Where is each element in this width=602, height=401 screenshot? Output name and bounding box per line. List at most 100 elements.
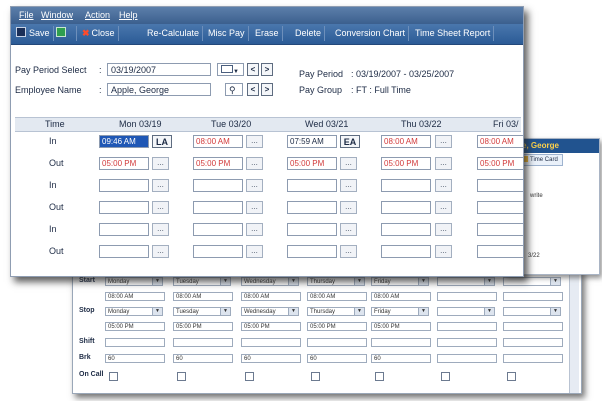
time-in-field[interactable] xyxy=(381,179,431,192)
time-options-button[interactable]: ... xyxy=(435,223,452,236)
stop-day-select[interactable]: ▼ xyxy=(503,307,561,316)
time-out-field[interactable] xyxy=(193,201,243,214)
break-field[interactable] xyxy=(503,354,563,363)
time-in-field[interactable]: 08:00 AM xyxy=(381,135,431,148)
time-in-field[interactable] xyxy=(381,223,431,236)
on-call-checkbox[interactable] xyxy=(177,372,186,381)
on-call-checkbox[interactable] xyxy=(507,372,516,381)
stop-time-field[interactable]: 05:00 PM xyxy=(241,322,301,331)
time-in-field[interactable]: 08:00 AM xyxy=(477,135,523,148)
time-options-button[interactable]: ... xyxy=(435,179,452,192)
time-out-field[interactable] xyxy=(99,201,149,214)
stop-day-select[interactable]: Wednesday ▼ xyxy=(241,307,299,316)
misc-pay-button[interactable]: Misc Pay xyxy=(205,26,249,41)
prev-period-button[interactable]: < xyxy=(247,63,259,76)
menu-window[interactable]: Window xyxy=(41,10,73,20)
employee-name-input[interactable]: Apple, George xyxy=(107,83,211,96)
start-day-select[interactable]: Wednesday ▼ xyxy=(241,277,299,286)
stop-time-field[interactable] xyxy=(503,322,563,331)
time-in-field[interactable]: 08:00 AM xyxy=(193,135,243,148)
time-in-field[interactable] xyxy=(193,179,243,192)
shift-field[interactable] xyxy=(503,338,563,347)
stop-day-select[interactable]: Monday ▼ xyxy=(105,307,163,316)
time-out-field[interactable]: 05:00 PM xyxy=(477,157,523,170)
menu-file[interactable]: File xyxy=(19,10,34,20)
menu-action[interactable]: Action xyxy=(85,10,110,20)
stop-day-select[interactable]: Tuesday ▼ xyxy=(173,307,231,316)
time-out-field[interactable] xyxy=(381,245,431,258)
on-call-checkbox[interactable] xyxy=(441,372,450,381)
shift-field[interactable] xyxy=(437,338,497,347)
break-field[interactable]: 60 xyxy=(105,354,165,363)
break-field[interactable]: 60 xyxy=(307,354,367,363)
on-call-checkbox[interactable] xyxy=(245,372,254,381)
stop-time-field[interactable]: 05:00 PM xyxy=(173,322,233,331)
time-out-field[interactable] xyxy=(99,245,149,258)
time-in-field[interactable] xyxy=(287,223,337,236)
time-out-field[interactable] xyxy=(477,201,523,214)
delete-button[interactable]: Delete xyxy=(292,26,326,41)
menu-help[interactable]: Help xyxy=(119,10,138,20)
start-time-field[interactable]: 08:00 AM xyxy=(241,292,301,301)
time-out-field[interactable] xyxy=(381,201,431,214)
time-in-field[interactable] xyxy=(193,223,243,236)
time-in-field[interactable] xyxy=(477,179,523,192)
time-out-field[interactable] xyxy=(287,201,337,214)
time-options-button[interactable]: ... xyxy=(435,157,452,170)
time-in-field[interactable]: 09:46 AM xyxy=(99,135,149,148)
time-in-field[interactable] xyxy=(99,223,149,236)
time-options-button[interactable]: ... xyxy=(246,245,263,258)
time-options-button[interactable]: ... xyxy=(340,245,357,258)
shift-field[interactable] xyxy=(307,338,367,347)
time-options-button[interactable]: ... xyxy=(152,223,169,236)
start-day-select[interactable]: Friday ▼ xyxy=(371,277,429,286)
break-field[interactable]: 60 xyxy=(173,354,233,363)
time-in-field[interactable]: 07:59 AM xyxy=(287,135,337,148)
start-day-select[interactable]: ▼ xyxy=(503,277,561,286)
start-time-field[interactable]: 08:00 AM xyxy=(173,292,233,301)
erase-button[interactable]: Erase xyxy=(252,26,283,41)
time-out-field[interactable] xyxy=(477,245,523,258)
time-options-button[interactable]: ... xyxy=(435,245,452,258)
time-options-button[interactable]: ... xyxy=(340,157,357,170)
break-field[interactable]: 60 xyxy=(371,354,431,363)
on-call-checkbox[interactable] xyxy=(375,372,384,381)
conversion-chart-button[interactable]: Conversion Chart xyxy=(332,26,410,41)
time-sheet-report-button[interactable]: Time Sheet Report xyxy=(412,26,495,41)
save-button[interactable]: Save xyxy=(13,26,54,41)
start-time-field[interactable]: 08:00 AM xyxy=(371,292,431,301)
break-field[interactable]: 60 xyxy=(241,354,301,363)
break-field[interactable] xyxy=(437,354,497,363)
close-button[interactable]: ✖ Close xyxy=(79,26,119,41)
time-in-field[interactable] xyxy=(477,223,523,236)
prev-employee-button[interactable]: < xyxy=(247,83,259,96)
stop-day-select[interactable]: Friday ▼ xyxy=(371,307,429,316)
time-options-button[interactable]: ... xyxy=(152,201,169,214)
time-options-button[interactable]: ... xyxy=(340,201,357,214)
time-options-button[interactable]: ... xyxy=(246,201,263,214)
stop-time-field[interactable] xyxy=(437,322,497,331)
time-in-field[interactable] xyxy=(99,179,149,192)
time-options-button[interactable]: ... xyxy=(246,179,263,192)
on-call-checkbox[interactable] xyxy=(109,372,118,381)
shift-field[interactable] xyxy=(241,338,301,347)
stop-time-field[interactable]: 05:00 PM xyxy=(371,322,431,331)
time-out-field[interactable]: 05:00 PM xyxy=(287,157,337,170)
shift-field[interactable] xyxy=(105,338,165,347)
employee-search-button[interactable]: ⚲ xyxy=(225,83,243,96)
early-arrival-code[interactable]: EA xyxy=(340,135,360,148)
next-employee-button[interactable]: > xyxy=(261,83,273,96)
time-options-button[interactable]: ... xyxy=(340,179,357,192)
next-period-button[interactable]: > xyxy=(261,63,273,76)
stop-time-field[interactable]: 05:00 PM xyxy=(105,322,165,331)
stop-day-select[interactable]: ▼ xyxy=(437,307,495,316)
shift-field[interactable] xyxy=(371,338,431,347)
stop-time-field[interactable]: 05:00 PM xyxy=(307,322,367,331)
recalculate-button[interactable]: Re-Calculate xyxy=(144,26,204,41)
late-arrival-code[interactable]: LA xyxy=(152,135,172,148)
time-out-field[interactable]: 05:00 PM xyxy=(99,157,149,170)
time-in-field[interactable] xyxy=(287,179,337,192)
time-options-button[interactable]: ... xyxy=(246,157,263,170)
start-time-field[interactable] xyxy=(437,292,497,301)
on-call-checkbox[interactable] xyxy=(311,372,320,381)
